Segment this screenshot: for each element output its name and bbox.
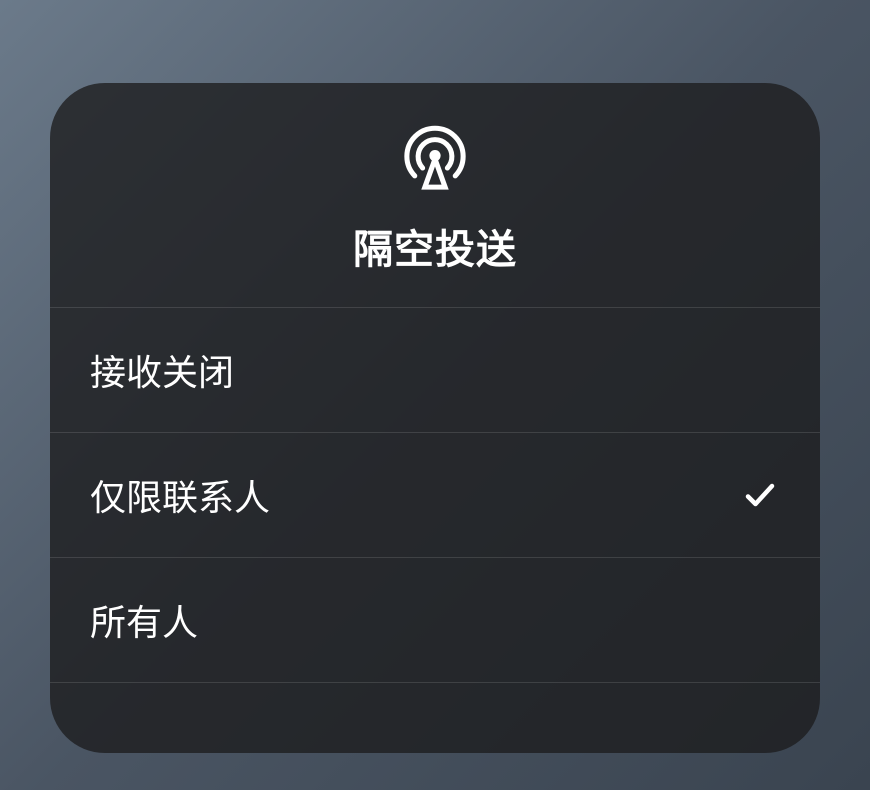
panel-title: 隔空投送 <box>353 217 517 275</box>
option-contacts-only[interactable]: 仅限联系人 <box>50 433 820 558</box>
options-list: 接收关闭 仅限联系人 所有人 <box>50 308 820 753</box>
option-label: 仅限联系人 <box>90 469 270 521</box>
airdrop-icon <box>399 123 471 195</box>
airdrop-panel: 隔空投送 接收关闭 仅限联系人 所有人 <box>50 83 820 753</box>
option-everyone[interactable]: 所有人 <box>50 558 820 683</box>
panel-header: 隔空投送 <box>50 83 820 308</box>
option-label: 所有人 <box>90 594 198 646</box>
option-label: 接收关闭 <box>90 344 234 396</box>
checkmark-icon <box>740 475 780 515</box>
option-receiving-off[interactable]: 接收关闭 <box>50 308 820 433</box>
